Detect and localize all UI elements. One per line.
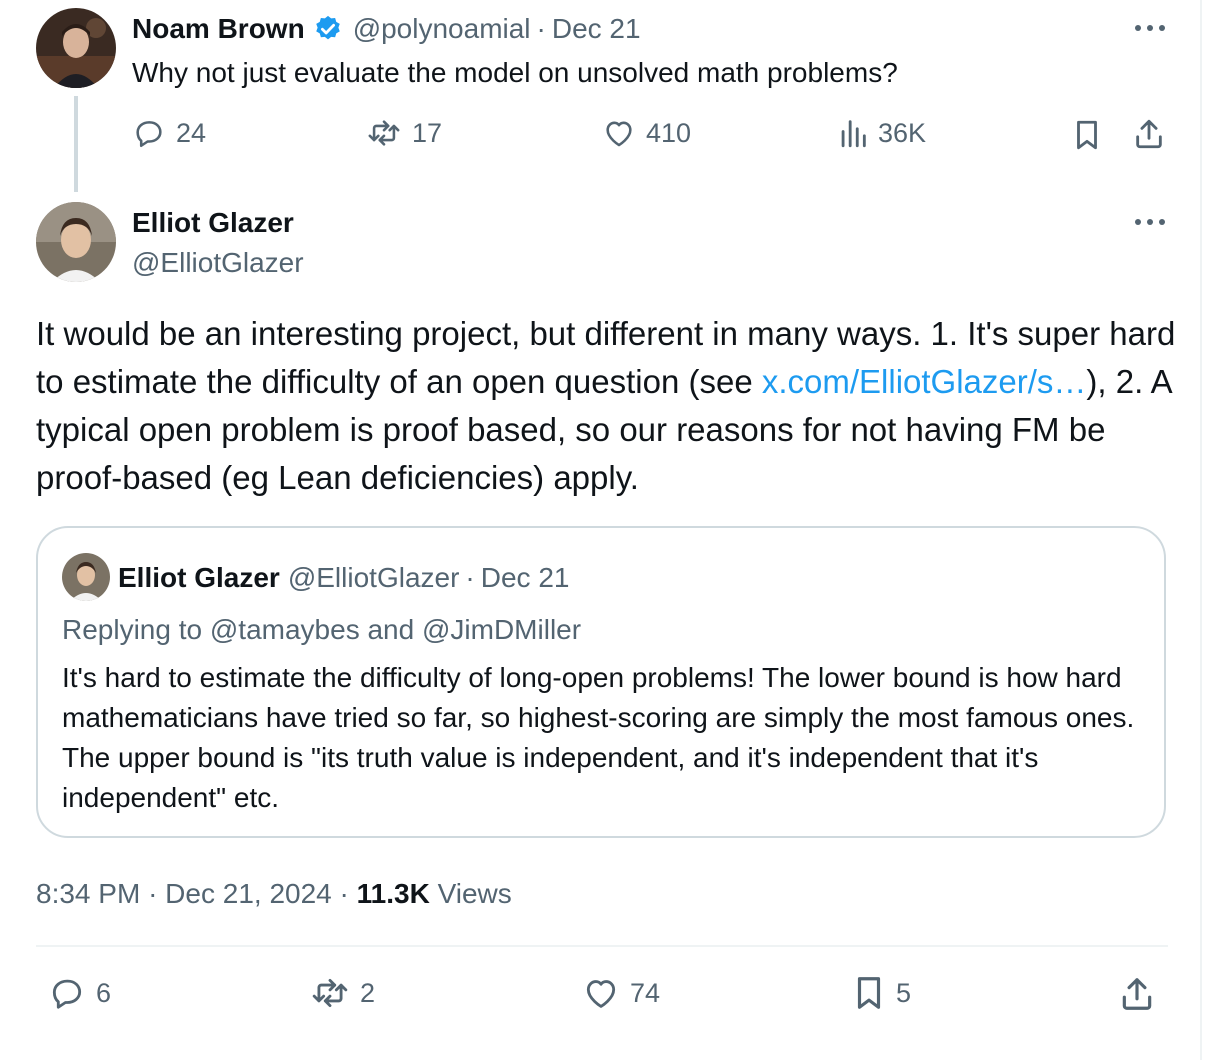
repost-count: 2 <box>360 977 376 1008</box>
repost-count: 17 <box>412 117 443 148</box>
reply-count: 24 <box>176 117 207 148</box>
views-count: 11.3K <box>356 878 430 909</box>
avatar[interactable] <box>62 553 110 601</box>
separator: · <box>536 13 546 44</box>
like-button[interactable]: 74 <box>582 974 660 1012</box>
share-icon[interactable] <box>1132 116 1166 152</box>
tweet-meta: 8:34 PM · Dec 21, 2024 · 11.3K Views <box>36 874 512 914</box>
verified-badge-icon <box>313 14 343 44</box>
tweet-date: Dec 21 <box>480 562 570 593</box>
views-label: Views <box>437 878 512 909</box>
like-icon <box>602 116 636 150</box>
tweet-thread: Noam Brown @polynoamial · Dec 21 Why not… <box>0 0 1202 1060</box>
tweet-date[interactable]: Dec 21 <box>552 13 641 45</box>
quoted-text: It's hard to estimate the difficulty of … <box>62 662 1135 813</box>
repost-icon <box>366 116 402 150</box>
author-name[interactable]: Elliot Glazer <box>132 204 294 242</box>
separator: · <box>148 878 158 909</box>
separator: · <box>339 878 349 909</box>
author-handle[interactable]: @polynoamial <box>353 13 531 45</box>
tweet-link[interactable]: x.com/ElliotGlazer/s… <box>762 363 1087 400</box>
avatar[interactable] <box>36 202 116 282</box>
bookmark-icon[interactable] <box>1072 118 1102 152</box>
author-name[interactable]: Noam Brown <box>132 13 305 45</box>
replying-to: Replying to @tamaybes and @JimDMiller <box>62 610 581 650</box>
parent-header: Noam Brown @polynoamial · Dec 21 <box>132 10 641 48</box>
bookmark-button[interactable]: 5 <box>852 974 911 1012</box>
reply-and: and <box>367 614 415 645</box>
author-handle[interactable]: @ElliotGlazer <box>132 244 304 282</box>
tweet-date[interactable]: Dec 21, 2024 <box>165 878 332 909</box>
quoted-tweet[interactable]: Elliot Glazer @ElliotGlazer · Dec 21 Rep… <box>36 526 1166 838</box>
like-icon <box>582 974 620 1012</box>
author-handle: @ElliotGlazer <box>287 562 460 593</box>
repost-button[interactable]: 17 <box>366 116 442 150</box>
reply-count: 6 <box>96 977 112 1008</box>
avatar[interactable] <box>36 8 116 88</box>
share-icon[interactable] <box>1118 974 1156 1014</box>
reply-icon <box>48 974 86 1012</box>
like-count: 410 <box>646 117 692 148</box>
repost-icon <box>310 974 350 1012</box>
author-name: Elliot Glazer <box>118 562 280 593</box>
more-icon[interactable] <box>1134 18 1166 38</box>
more-icon[interactable] <box>1134 212 1166 232</box>
tweet-text: Why not just evaluate the model on unsol… <box>132 57 898 88</box>
views-button[interactable]: 36K <box>838 116 926 150</box>
tweet-time[interactable]: 8:34 PM <box>36 878 140 909</box>
tweet-text: It would be an interesting project, but … <box>36 310 1176 502</box>
divider <box>36 945 1168 947</box>
reply-button[interactable]: 24 <box>132 116 206 150</box>
replying-prefix: Replying to <box>62 614 203 645</box>
quoted-header: Elliot Glazer @ElliotGlazer · Dec 21 <box>118 558 569 598</box>
repost-button[interactable]: 2 <box>310 974 375 1012</box>
views-count: 36K <box>878 117 927 148</box>
reply-user-link[interactable]: @JimDMiller <box>422 614 581 645</box>
separator: · <box>465 562 475 593</box>
like-count: 74 <box>630 977 661 1008</box>
bookmark-count: 5 <box>896 977 912 1008</box>
reply-button[interactable]: 6 <box>48 974 111 1012</box>
reply-user-link[interactable]: @tamaybes <box>210 614 360 645</box>
thread-line <box>74 96 78 192</box>
reply-icon <box>132 116 166 150</box>
bookmark-icon <box>852 974 886 1012</box>
views-icon <box>838 116 868 150</box>
like-button[interactable]: 410 <box>602 116 691 150</box>
